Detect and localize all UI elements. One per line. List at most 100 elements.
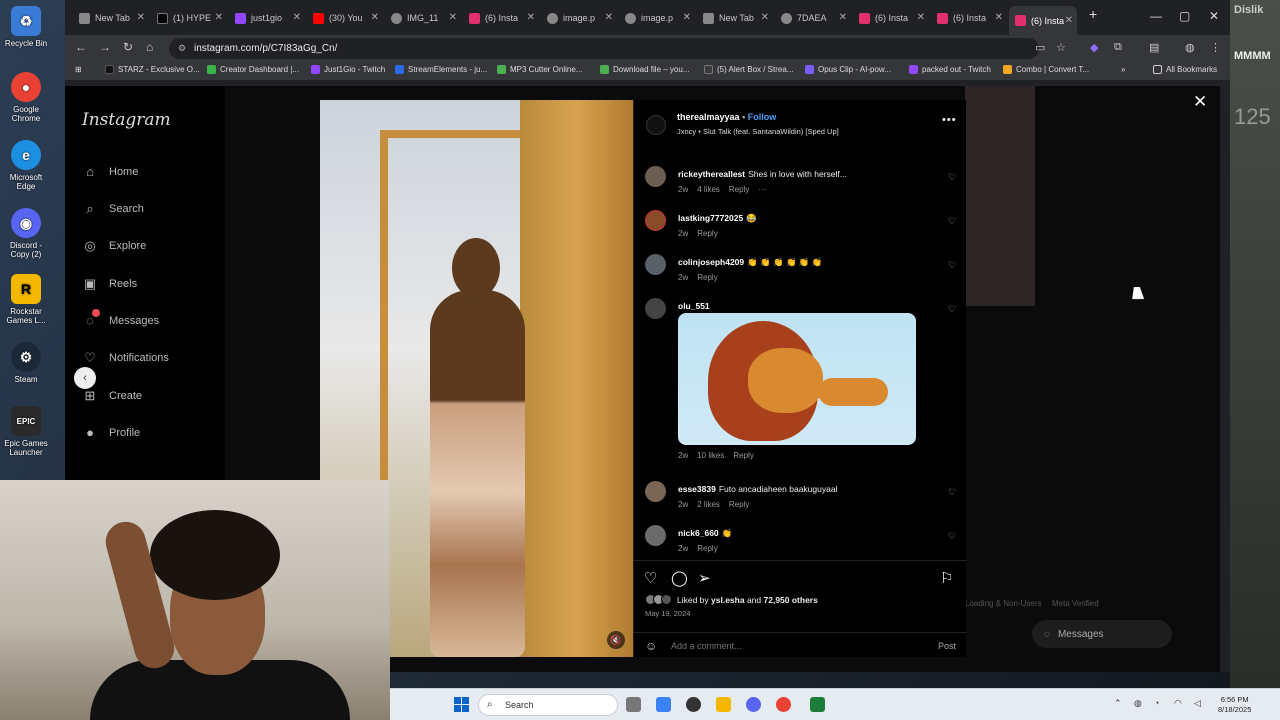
close-tab-icon[interactable]: ✕ bbox=[215, 12, 223, 23]
bookmark-icon[interactable]: ⚐ bbox=[940, 569, 953, 587]
reload-icon[interactable]: ↻ bbox=[123, 40, 133, 54]
close-tab-icon[interactable]: ✕ bbox=[371, 12, 379, 23]
avatar[interactable] bbox=[645, 298, 666, 319]
new-tab-icon[interactable]: + bbox=[1089, 6, 1097, 22]
likes-count[interactable]: 72,950 others bbox=[764, 595, 818, 605]
like-heart-icon[interactable]: ♡ bbox=[644, 569, 657, 587]
avatar[interactable] bbox=[645, 525, 666, 546]
desktop-icon-rockstar[interactable]: R Rockstar Games L... bbox=[4, 274, 48, 325]
more-options-icon[interactable]: ••• bbox=[942, 114, 957, 126]
tab-image[interactable]: image.p ✕ bbox=[541, 8, 617, 28]
avatar[interactable] bbox=[645, 481, 666, 502]
close-tab-icon[interactable]: ✕ bbox=[137, 12, 145, 23]
more-bookmarks-icon[interactable]: » bbox=[1121, 65, 1125, 74]
copilot-icon[interactable] bbox=[656, 697, 671, 712]
forward-icon[interactable]: → bbox=[99, 40, 111, 54]
bookmark[interactable]: Combo | Convert T... bbox=[1003, 65, 1089, 74]
avatar[interactable] bbox=[645, 166, 666, 187]
maximize-icon[interactable]: ▢ bbox=[1179, 9, 1190, 23]
mute-icon[interactable]: 🔇 bbox=[607, 631, 625, 649]
sidebar-item-explore[interactable]: ◎ Explore bbox=[82, 238, 146, 254]
comment-likes[interactable]: 4 likes bbox=[697, 185, 720, 194]
tab-img[interactable]: IMG_11 ✕ bbox=[385, 8, 461, 28]
menu-icon[interactable]: ⋮ bbox=[1210, 41, 1221, 54]
close-modal-icon[interactable]: ✕ bbox=[1193, 92, 1207, 112]
sidebar-item-messages[interactable]: ◌ Messages bbox=[82, 309, 159, 328]
close-tab-icon[interactable]: ✕ bbox=[683, 12, 691, 23]
likes-summary[interactable]: Liked by ysl.esha and 72,950 others bbox=[645, 594, 818, 605]
heart-icon[interactable]: ♡ bbox=[948, 304, 956, 315]
close-tab-icon[interactable]: ✕ bbox=[995, 12, 1003, 23]
heart-icon[interactable]: ♡ bbox=[948, 260, 956, 271]
home-icon[interactable]: ⌂ bbox=[146, 40, 153, 54]
messages-button[interactable]: ◌ Messages bbox=[1032, 620, 1172, 648]
comment-username[interactable]: nick6_660 bbox=[678, 528, 719, 538]
tab-x[interactable]: (1) HYPE ✕ bbox=[151, 8, 227, 28]
sidebar-item-search[interactable]: ⌕ Search bbox=[82, 201, 144, 217]
bookmark[interactable]: Creator Dashboard |... bbox=[207, 65, 299, 74]
bookmark[interactable]: MP3 Cutter Online... bbox=[497, 65, 582, 74]
reply-button[interactable]: Reply bbox=[733, 451, 753, 460]
app-icon[interactable] bbox=[686, 697, 701, 712]
sidebar-item-profile[interactable]: ● Profile bbox=[82, 425, 140, 440]
avatar[interactable] bbox=[645, 254, 666, 275]
bookmark[interactable]: StreamElements - ju... bbox=[395, 65, 487, 74]
desktop-icon-edge[interactable]: e Microsoft Edge bbox=[4, 140, 48, 191]
chrome-icon[interactable] bbox=[776, 697, 791, 712]
post-audio[interactable]: Jxncy • Slut Talk (feat. SantanaWildin) … bbox=[677, 127, 839, 136]
reply-button[interactable]: Reply bbox=[697, 229, 717, 238]
close-tab-icon[interactable]: ✕ bbox=[761, 12, 769, 23]
wifi-icon[interactable]: ◠ bbox=[1174, 698, 1182, 709]
heart-icon[interactable]: ♡ bbox=[948, 216, 956, 227]
tab-twitch[interactable]: just1gio ✕ bbox=[229, 8, 305, 28]
sidebar-item-notifications[interactable]: ♡ Notifications bbox=[82, 350, 169, 366]
close-tab-icon[interactable]: ✕ bbox=[605, 12, 613, 23]
bookmark[interactable]: (5) Alert Box / Strea... bbox=[704, 65, 793, 74]
extensions-icon[interactable]: ⧉ bbox=[1114, 41, 1122, 54]
task-view-icon[interactable] bbox=[626, 697, 641, 712]
liked-by-user[interactable]: ysl.esha bbox=[711, 595, 745, 605]
post-comment-button[interactable]: Post bbox=[938, 641, 956, 651]
tray-chevron-icon[interactable]: ⌃ bbox=[1114, 698, 1122, 709]
desktop-icon-recycle-bin[interactable]: ♻ Recycle Bin bbox=[4, 6, 48, 48]
footer-link[interactable]: Meta Verified bbox=[1052, 599, 1099, 608]
tab-7daea[interactable]: 7DAEA ✕ bbox=[775, 8, 851, 28]
site-info-icon[interactable]: ⚙ bbox=[178, 38, 186, 59]
taskbar-search[interactable]: ⌕ Search bbox=[478, 694, 618, 716]
bookmark[interactable]: Download file – you... bbox=[600, 65, 690, 74]
cast-icon[interactable]: ▭ bbox=[1035, 41, 1045, 54]
desktop-icon-chrome[interactable]: ● Google Chrome bbox=[4, 72, 48, 123]
comment-username[interactable]: lastking7772025 bbox=[678, 213, 743, 223]
profile-avatar-icon[interactable]: ◍ bbox=[1185, 41, 1195, 54]
clock[interactable]: 6:56 PM 8/18/2025 bbox=[1218, 695, 1251, 715]
desktop-icon-discord[interactable]: ◉ Discord - Copy (2) bbox=[4, 208, 48, 259]
tab-image[interactable]: image.p ✕ bbox=[619, 8, 695, 28]
tab-new-tab[interactable]: New Tab ✕ bbox=[697, 8, 773, 28]
close-tab-icon[interactable]: ✕ bbox=[1065, 15, 1073, 26]
heart-icon[interactable]: ♡ bbox=[948, 172, 956, 183]
tab-instagram[interactable]: (6) Insta ✕ bbox=[931, 8, 1007, 28]
heart-icon[interactable]: ♡ bbox=[948, 531, 956, 542]
star-icon[interactable]: ☆ bbox=[1056, 41, 1066, 54]
bookmark[interactable]: Opus Clip - AI-pow... bbox=[805, 65, 891, 74]
sidebar-item-home[interactable]: ⌂ Home bbox=[82, 164, 138, 179]
desktop-icon-epic[interactable]: EPIC Epic Games Launcher bbox=[4, 406, 48, 457]
volume-icon[interactable]: ◁ bbox=[1194, 698, 1201, 709]
post-username[interactable]: therealmayyaa bbox=[677, 112, 740, 122]
close-tab-icon[interactable]: ✕ bbox=[917, 12, 925, 23]
comment-username[interactable]: rickeythereallest bbox=[678, 169, 745, 179]
minimize-icon[interactable]: — bbox=[1150, 9, 1162, 23]
heart-icon[interactable]: ♡ bbox=[948, 487, 956, 498]
share-icon[interactable]: ➢ bbox=[698, 569, 711, 587]
address-bar[interactable]: ⚙ instagram.com/p/C7I83aGg_Cn/ bbox=[169, 38, 1039, 59]
sidebar-item-create[interactable]: ⊞ Create bbox=[82, 388, 142, 404]
comment-username[interactable]: colinjoseph4209 bbox=[678, 257, 744, 267]
tab-instagram[interactable]: (6) Insta ✕ bbox=[853, 8, 929, 28]
instagram-logo[interactable]: Instagram bbox=[82, 110, 171, 130]
extension-shield-icon[interactable]: ◆ bbox=[1090, 41, 1098, 54]
side-panel-icon[interactable]: ▤ bbox=[1149, 41, 1159, 54]
reply-button[interactable]: Reply bbox=[729, 500, 749, 509]
avatar[interactable] bbox=[646, 115, 666, 135]
desktop-icon-steam[interactable]: ⚙ Steam bbox=[4, 342, 48, 384]
emoji-icon[interactable]: ☺ bbox=[645, 639, 657, 653]
